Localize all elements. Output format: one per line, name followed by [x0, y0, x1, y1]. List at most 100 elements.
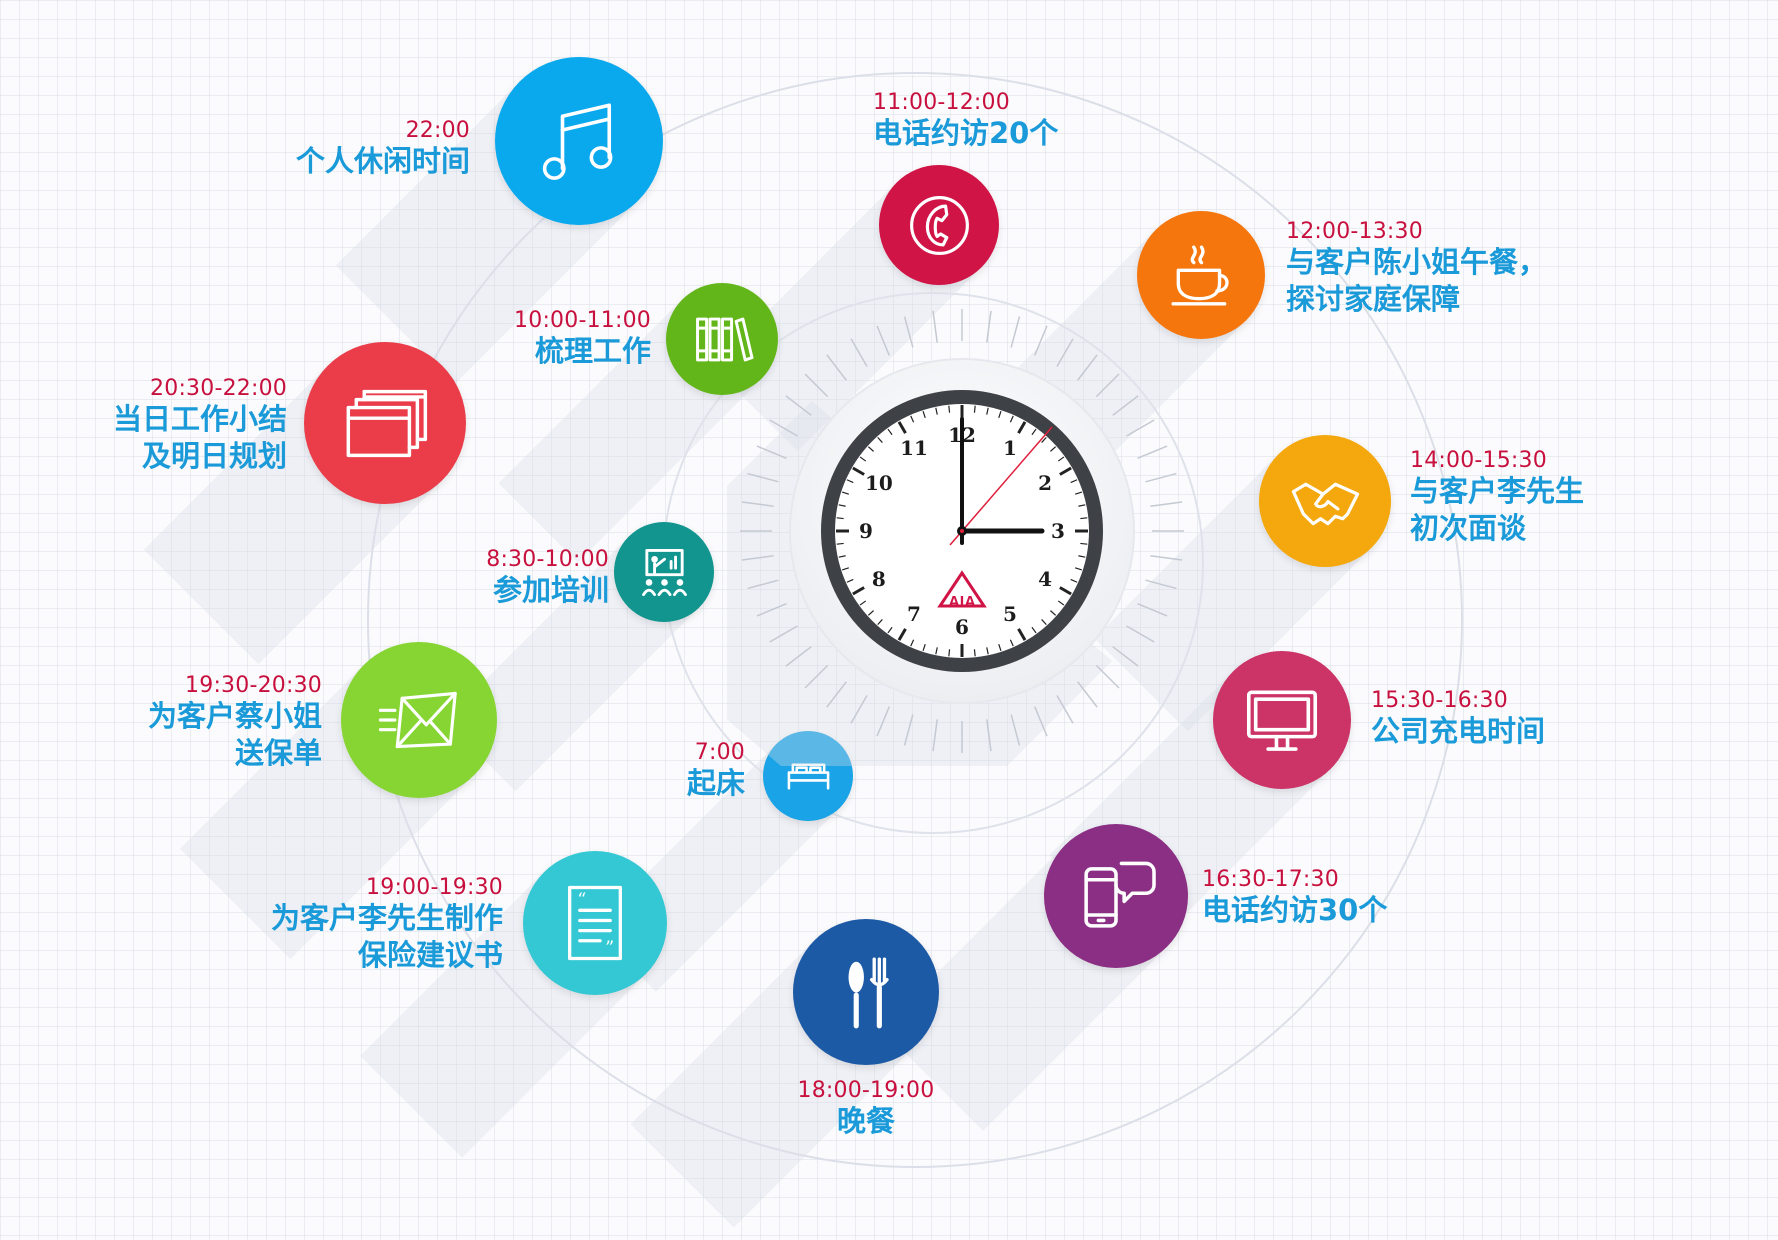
clock-ray: [1056, 338, 1074, 367]
mail-icon: [341, 642, 497, 798]
time-range: 19:00-19:30: [366, 875, 503, 900]
time-range: 10:00-11:00: [514, 308, 651, 333]
schedule-node-charge: [1213, 651, 1351, 789]
activity-text: 与客户陈小姐午餐，: [1286, 245, 1548, 280]
smartphone-chat-icon: [1044, 824, 1188, 968]
clock-ray: [876, 325, 890, 356]
minute-tick: [973, 405, 976, 413]
label-lunch: 12:00-13:30 与客户陈小姐午餐， 探讨家庭保障: [1286, 219, 1547, 317]
clock-numeral: 1: [1003, 436, 1017, 460]
daily-schedule-diagram: 7:00 起床 8:30-10:00 参加培训 10:00-11:00 梳理工作 11:00…: [0, 0, 1778, 1240]
svg-text:”: ”: [605, 938, 614, 958]
schedule-node-proposal: “”: [523, 851, 667, 995]
activity-text: 初次面谈: [1410, 510, 1527, 545]
activity-text: 及明日规划: [141, 438, 287, 473]
activity-text: 电话约访20个: [873, 116, 1059, 151]
clock-numeral: 11: [900, 436, 928, 460]
clock-ray: [1137, 603, 1168, 617]
schedule-node-meeting: [1259, 435, 1391, 567]
minute-tick: [836, 542, 844, 545]
clock: 121234567891011AIA: [727, 309, 1184, 766]
clock-ray: [1145, 579, 1177, 590]
time-range: 14:00-15:30: [1410, 448, 1547, 473]
clock-ray: [1095, 373, 1120, 398]
svg-text:“: “: [577, 890, 586, 910]
activity-text: 探讨家庭保障: [1286, 281, 1461, 316]
label-proposal: 19:00-19:30 为客户李先生制作 保险建议书: [271, 875, 503, 973]
time-range: 20:30-22:00: [150, 376, 287, 401]
time-range: 18:00-19:00: [797, 1078, 935, 1103]
minute-tick: [973, 649, 976, 657]
minute-tick: [1080, 517, 1088, 520]
clock-ray: [1095, 664, 1120, 689]
phone-icon: [879, 165, 999, 285]
activity-text: 晚餐: [836, 1104, 895, 1139]
time-range: 19:30-20:30: [185, 673, 322, 698]
document-icon: “”: [523, 851, 667, 995]
windows-icon: [304, 342, 466, 504]
clock-ray: [1137, 445, 1168, 459]
music-note-icon: [495, 57, 663, 225]
cutlery-icon: [793, 919, 939, 1065]
schedule-node-training: [614, 522, 714, 622]
clock-ray: [1077, 354, 1098, 381]
time-range: 15:30-16:30: [1371, 688, 1508, 713]
label-charge: 15:30-16:30 公司充电时间: [1371, 688, 1545, 750]
activity-text: 起床: [686, 766, 745, 801]
schedule-node-leisure: [495, 57, 663, 225]
minute-tick: [1080, 542, 1088, 545]
minute-tick: [948, 649, 951, 657]
label-calls30: 16:30-17:30 电话约访30个: [1202, 867, 1387, 929]
clock-ray: [826, 354, 847, 381]
clock-numeral: 7: [907, 602, 921, 626]
time-range: 16:30-17:30: [1202, 867, 1339, 892]
clock-ray: [1126, 419, 1155, 437]
activity-text: 当日工作小结: [112, 402, 287, 437]
logo-text: AIA: [948, 594, 976, 611]
label-delivery: 19:30-20:30 为客户蔡小姐 送保单: [148, 673, 322, 771]
time-range: 12:00-13:30: [1286, 219, 1423, 244]
label-meeting: 14:00-15:30 与客户李先生 初次面谈: [1410, 448, 1584, 546]
time-range: 8:30-10:00: [486, 547, 609, 572]
clock-ray: [1010, 316, 1021, 348]
schedule-node-dinner: [793, 919, 939, 1065]
schedule-node-delivery: [341, 642, 497, 798]
pivot-center: [960, 529, 964, 533]
label-leisure: 22:00 个人休闲时间: [296, 118, 470, 180]
clock-numeral: 3: [1051, 519, 1065, 543]
schedule-node-calls20: [879, 165, 999, 285]
clock-ray: [1112, 395, 1139, 416]
schedule-node-summary: [304, 342, 466, 504]
label-organize: 10:00-11:00 梳理工作: [514, 308, 651, 370]
activity-text: 个人休闲时间: [295, 144, 470, 179]
activity-text: 参加培训: [492, 573, 609, 608]
label-dinner: 18:00-19:00 晚餐: [716, 1078, 1016, 1140]
label-summary: 20:30-22:00 当日工作小结 及明日规划: [113, 376, 287, 474]
time-range: 11:00-12:00: [873, 90, 1010, 115]
clock-numeral: 10: [865, 471, 893, 495]
clock-ray: [1112, 646, 1139, 667]
clock-ray: [1034, 325, 1048, 356]
activity-text: 电话约访30个: [1202, 893, 1388, 928]
time-range: 22:00: [405, 118, 470, 143]
activity-text: 公司充电时间: [1371, 714, 1546, 749]
activity-text: 为客户李先生制作: [270, 901, 503, 936]
minute-tick: [948, 405, 951, 413]
clock-numeral: 5: [1003, 602, 1017, 626]
clock-ray: [1145, 472, 1177, 483]
schedule-node-calls30: [1044, 824, 1188, 968]
clock-ray: [850, 338, 868, 367]
activity-text: 保险建议书: [357, 937, 503, 972]
clock-numeral: 4: [1038, 567, 1052, 591]
clock-ray: [1150, 501, 1183, 507]
clock-ray: [903, 316, 914, 348]
handshake-icon: [1259, 435, 1391, 567]
clock-numeral: 9: [859, 519, 873, 543]
activity-text: 梳理工作: [534, 334, 651, 369]
activity-text: 送保单: [234, 735, 322, 770]
clock-ray: [804, 373, 829, 398]
activity-text: 与客户李先生: [1410, 474, 1585, 509]
clock-ray: [1150, 555, 1183, 561]
clock-ray: [932, 310, 938, 343]
clock-ray: [986, 310, 992, 343]
